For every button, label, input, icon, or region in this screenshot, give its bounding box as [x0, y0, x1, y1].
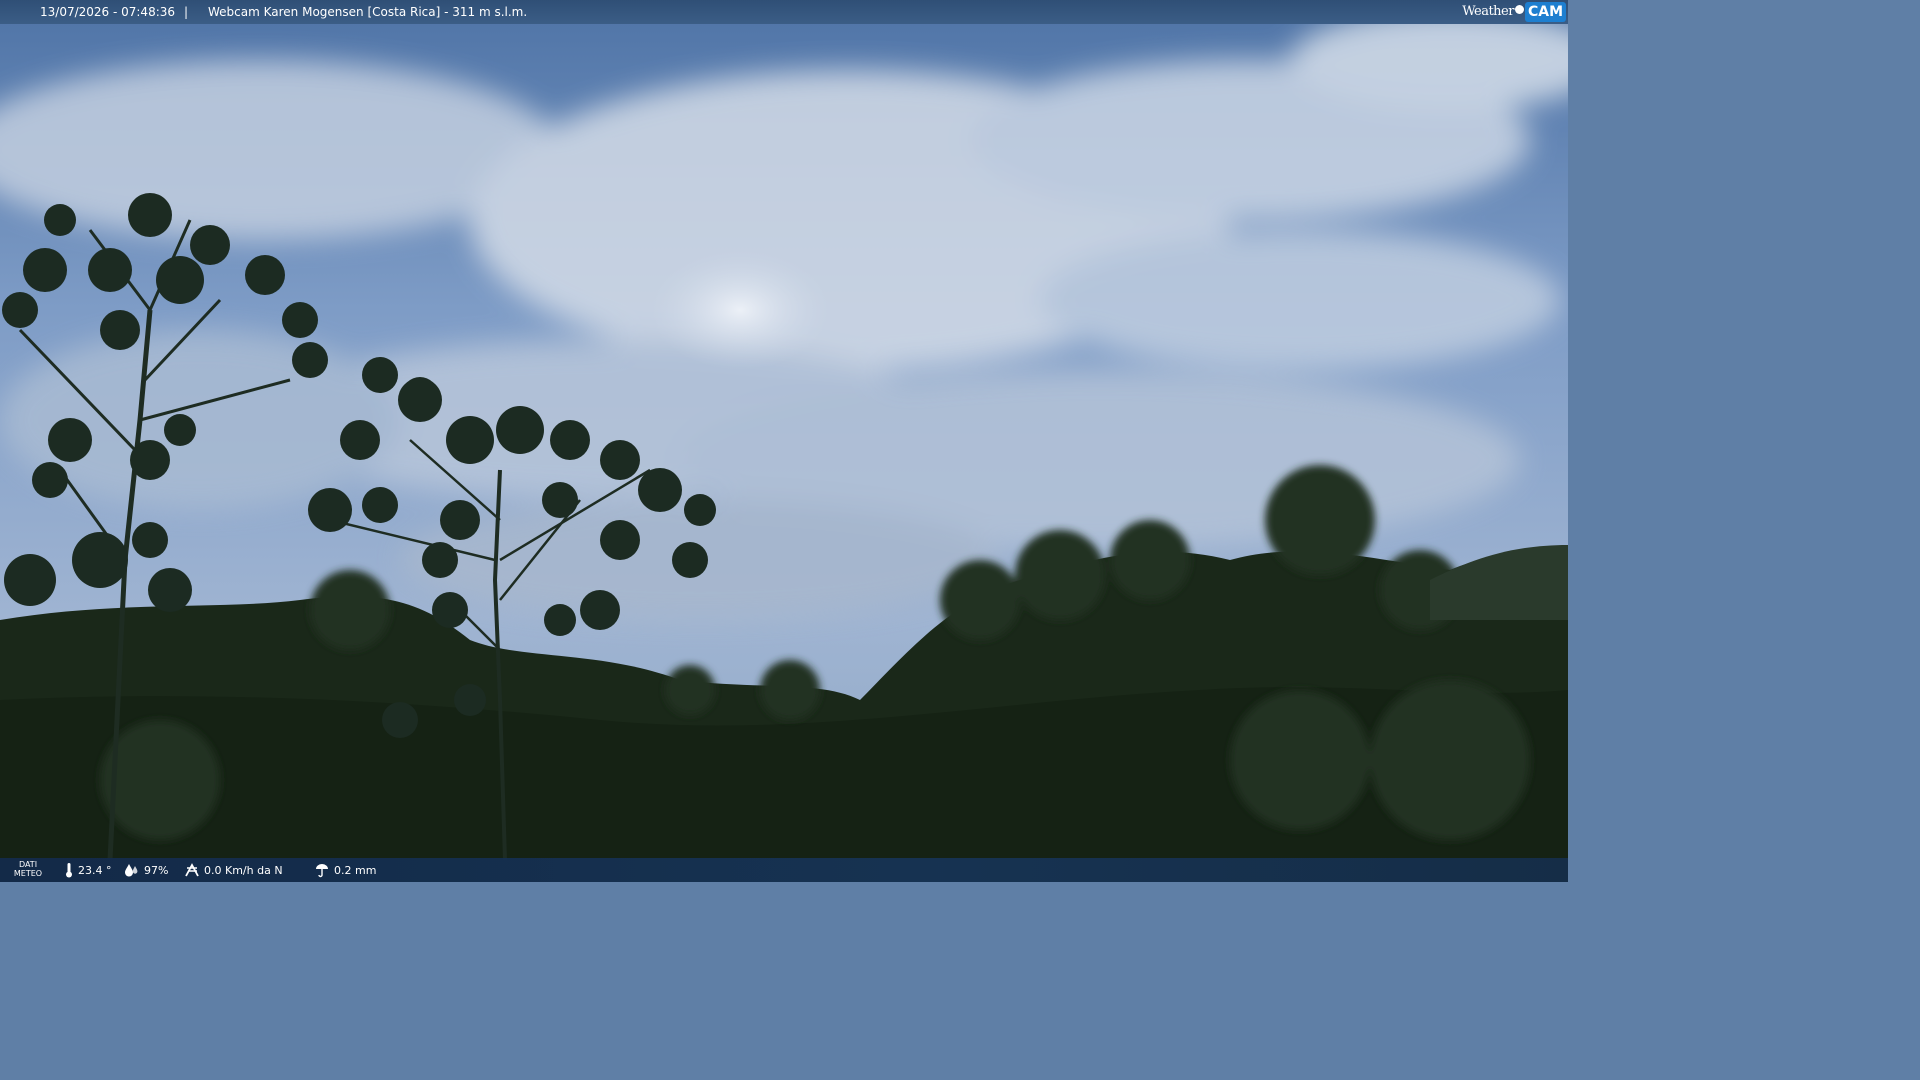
- timestamp: 13/07/2026 - 07:48:36: [40, 5, 176, 19]
- top-info-bar: 13/07/2026 - 07:48:36 | Webcam Karen Mog…: [0, 0, 1568, 24]
- rain-reading: 0.2 mm: [314, 858, 376, 882]
- rain-icon: [316, 864, 328, 878]
- wind-icon: [185, 863, 199, 877]
- humidity-reading: 97%: [124, 858, 168, 882]
- wind-value: 0.0 Km/h da N: [204, 863, 283, 877]
- temperature-value: 23.4 °: [78, 863, 112, 877]
- webcam-title: Webcam Karen Mogensen [Costa Rica] - 311…: [208, 5, 528, 19]
- separator: |: [184, 5, 189, 19]
- weathercam-logo[interactable]: Weather CAM: [1462, 0, 1568, 24]
- dati-label-line1: DATI: [18, 860, 38, 869]
- dati-label-line2: METEO: [13, 869, 43, 878]
- logo-cam-text: CAM: [1524, 2, 1566, 22]
- rain-value: 0.2 mm: [334, 863, 377, 877]
- logo-weather-text: Weather: [1462, 4, 1514, 19]
- sun-glow: [650, 250, 830, 370]
- dati-meteo-label: DATI METEO: [10, 860, 46, 878]
- thermometer-icon: [66, 863, 72, 878]
- humidity-drop-icon: [125, 864, 138, 877]
- wind-reading: 0.0 Km/h da N: [184, 858, 283, 882]
- temperature-reading: 23.4 °: [64, 858, 112, 882]
- humidity-value: 97%: [144, 863, 169, 877]
- weather-data-bar: DATI METEO 23.4 ° 97% 0.0 Km/h da N 0.2 …: [0, 858, 1568, 882]
- logo-dot-icon: [1514, 4, 1524, 14]
- webcam-image: [0, 0, 1568, 882]
